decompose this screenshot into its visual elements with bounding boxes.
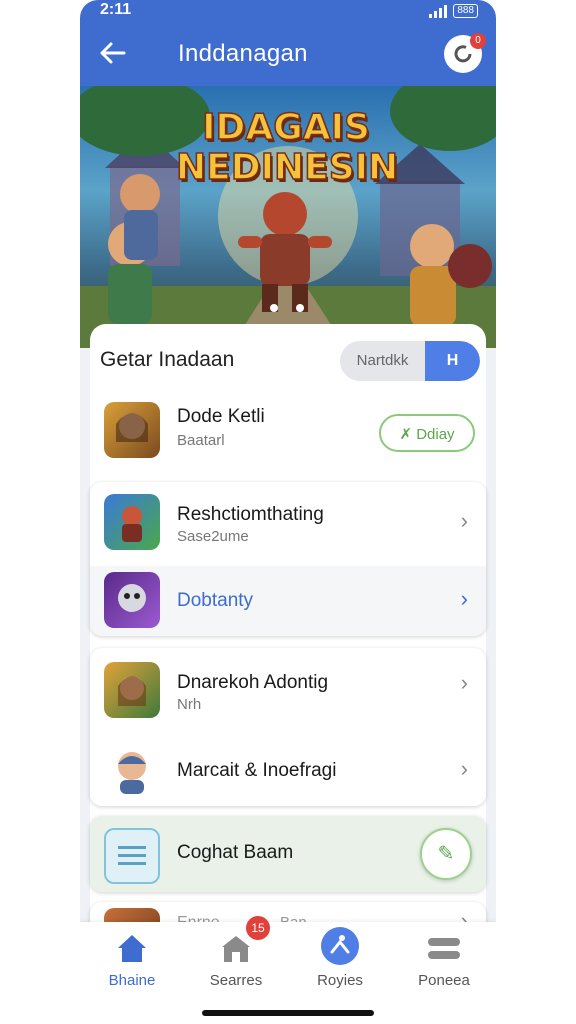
list-icon — [104, 828, 160, 884]
carousel-dot[interactable] — [296, 304, 304, 312]
nav-label: Royies — [317, 972, 363, 989]
app-bar: Inddanagan 0 — [80, 24, 496, 86]
avatar-icon — [118, 752, 146, 794]
hero-banner[interactable]: IDAGAIS NEDINESIN — [80, 86, 496, 348]
game-art-icon — [122, 506, 142, 542]
item-name: Dode Ketli — [177, 406, 265, 427]
game-thumbnail — [104, 494, 160, 550]
item-subtitle: Baatarl — [177, 432, 225, 449]
item-name: Coghat Baam — [177, 842, 294, 863]
chevron-right-icon: › — [460, 586, 468, 611]
menu-icon — [428, 938, 460, 959]
game-art-icon — [116, 413, 148, 442]
list-item[interactable]: Reshctiomthating Sase2ume › — [90, 482, 486, 566]
chevron-right-icon: › — [460, 670, 468, 695]
game-logo: IDAGAIS NEDINESIN — [175, 107, 399, 189]
nav-tab-menu[interactable]: Poneea — [392, 922, 496, 1012]
carousel-dots[interactable] — [270, 304, 304, 312]
game-art-icon — [118, 676, 146, 706]
play-icon: ✗ — [399, 426, 417, 443]
nav-tab-store[interactable]: 15 Searres — [184, 916, 288, 1012]
page-title: Inddanagan — [178, 40, 308, 67]
nav-tab-profile[interactable]: Royies — [288, 922, 392, 1012]
game-thumbnail — [104, 662, 160, 718]
game-art-icon — [118, 584, 146, 612]
content-sheet: Getar Inadaan Nartdkk H Dode Ketli Baata… — [90, 324, 486, 962]
battery-icon: 888 — [453, 4, 478, 18]
list-item[interactable]: Coghat Baam ✎ — [90, 816, 486, 892]
nav-label: Searres — [209, 972, 263, 989]
item-name: Marcait & Inoefragi — [177, 760, 337, 781]
chevron-right-icon: › — [460, 756, 468, 781]
segment-right[interactable]: H — [425, 341, 480, 381]
item-name: Dobtanty — [177, 590, 254, 611]
status-bar: 2:11 888 — [80, 0, 496, 24]
list-card: Reshctiomthating Sase2ume › Dobtanty › — [90, 482, 486, 636]
signal-icon — [429, 4, 448, 18]
item-name: Dnarekoh Adontig — [177, 672, 329, 693]
list-item[interactable]: Marcait & Inoefragi › — [90, 732, 486, 806]
checklist-icon — [118, 846, 146, 865]
play-button[interactable]: ✗ Ddiay — [379, 414, 475, 452]
list-item[interactable]: Dobtanty › — [90, 566, 486, 636]
notification-badge: 0 — [470, 33, 486, 49]
pencil-icon: ✎ — [437, 843, 455, 865]
logo-line-1: IDAGAIS — [201, 107, 370, 149]
segmented-control[interactable]: Nartdkk H — [340, 341, 480, 381]
phone-screen: 2:11 888 Inddanagan 0 IDAGAIS NEDINESIN … — [80, 0, 496, 1024]
nav-tab-home[interactable]: Bhaine — [80, 922, 184, 1012]
play-button-label: Ddiay — [416, 426, 455, 443]
list-item[interactable]: Dnarekoh Adontig Nrh › — [90, 648, 486, 732]
back-arrow-icon[interactable] — [98, 38, 128, 68]
home-icon — [118, 935, 146, 962]
chevron-right-icon: › — [460, 508, 468, 533]
section-title: Getar Inadaan — [100, 348, 235, 371]
home-indicator[interactable] — [202, 1010, 374, 1016]
logo-line-2: NEDINESIN — [175, 147, 399, 189]
segment-left[interactable]: Nartdkk — [340, 341, 425, 381]
carousel-dot[interactable] — [270, 304, 278, 312]
nav-badge: 15 — [246, 916, 270, 940]
nav-label: Bhaine — [108, 972, 156, 989]
game-thumbnail — [104, 572, 160, 628]
list-card: Coghat Baam ✎ — [90, 816, 486, 892]
item-name: Reshctiomthating — [177, 504, 324, 525]
game-thumbnail — [104, 402, 160, 458]
item-subtitle: Nrh — [177, 696, 202, 713]
nav-label: Poneea — [418, 972, 470, 989]
battery-level: 888 — [457, 5, 474, 16]
profile-icon — [321, 927, 359, 965]
status-icons: 888 — [429, 4, 478, 18]
edit-button[interactable]: ✎ — [420, 828, 472, 880]
list-card: Dnarekoh Adontig Nrh › Marcait & Inoefra… — [90, 648, 486, 806]
bottom-navigation: Bhaine 15 Searres Royies Poneea — [80, 916, 496, 1024]
notification-button[interactable]: 0 — [444, 33, 486, 73]
status-time: 2:11 — [100, 1, 132, 18]
item-subtitle: Sase2ume — [177, 528, 249, 545]
